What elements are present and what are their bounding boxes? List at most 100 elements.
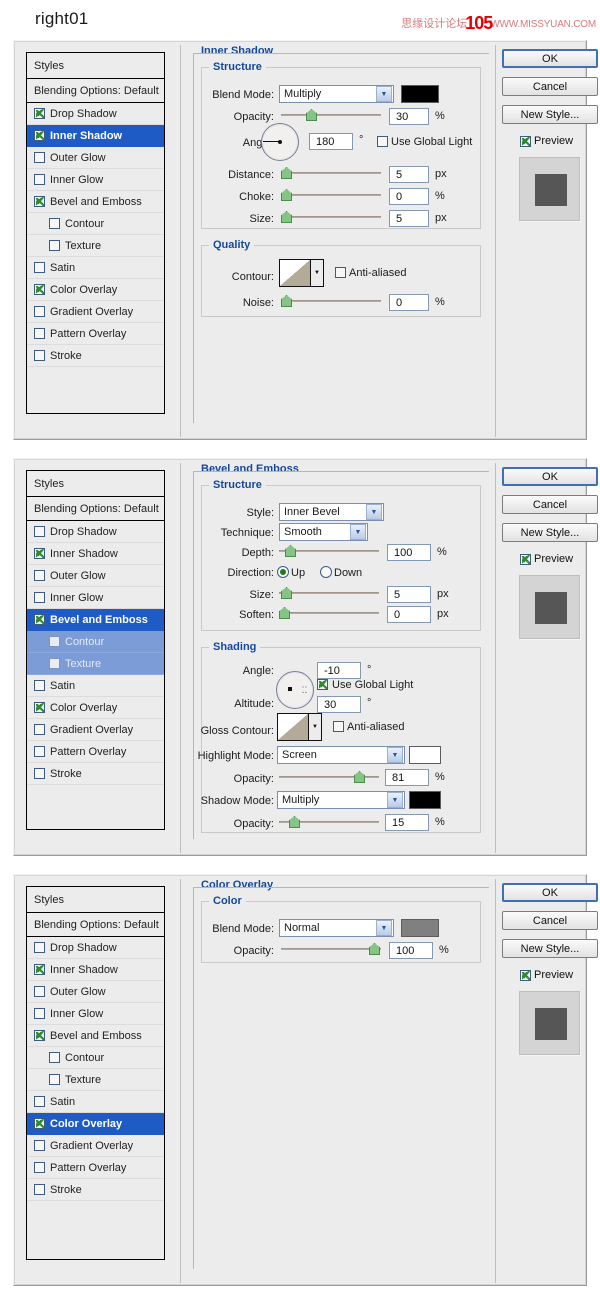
depth-input[interactable]: 100 [387, 544, 431, 561]
altitude-input[interactable]: 30 [317, 696, 361, 713]
highlight-color-swatch[interactable] [409, 746, 441, 764]
shading-angle-dial[interactable]: ⁚⁚ [276, 671, 314, 709]
style-item-inner-glow[interactable]: Inner Glow [27, 1003, 164, 1025]
style-item-pattern-overlay[interactable]: Pattern Overlay [27, 323, 164, 345]
checkbox-drop-shadow[interactable] [34, 942, 45, 953]
chevron-down-icon[interactable] [376, 86, 392, 102]
slider-thumb[interactable] [354, 771, 365, 783]
style-item-bevel-and-emboss[interactable]: ✔ Bevel and Emboss [27, 191, 164, 213]
style-item-gradient-overlay[interactable]: Gradient Overlay [27, 1135, 164, 1157]
opacity-slider[interactable] [281, 943, 381, 955]
style-item-texture[interactable]: Texture [27, 235, 164, 257]
cancel-button[interactable]: Cancel [502, 911, 598, 930]
style-item-inner-shadow[interactable]: ✔ Inner Shadow [27, 125, 164, 147]
blending-options-row[interactable]: Blending Options: Default [27, 79, 164, 103]
style-item-contour[interactable]: Contour [27, 1047, 164, 1069]
opacity-input[interactable]: 30 [389, 108, 429, 125]
shadow-opacity-input[interactable]: 15 [385, 814, 429, 831]
checkbox-satin[interactable] [34, 680, 45, 691]
angle-dial[interactable] [261, 123, 299, 161]
new-style-button[interactable]: New Style... [502, 105, 598, 124]
blending-options-row[interactable]: Blending Options: Default [27, 497, 164, 521]
slider-thumb[interactable] [369, 943, 380, 955]
slider-thumb[interactable] [281, 587, 292, 599]
shadow-mode-select[interactable]: Multiply [277, 791, 405, 809]
style-item-bevel-and-emboss[interactable]: ✔ Bevel and Emboss [27, 609, 164, 631]
soften-input[interactable]: 0 [387, 606, 431, 623]
checkbox-outer-glow[interactable] [34, 986, 45, 997]
checkbox-satin[interactable] [34, 262, 45, 273]
style-item-drop-shadow[interactable]: ✔ Drop Shadow [27, 103, 164, 125]
angle-input[interactable]: 180 [309, 133, 353, 150]
checkbox-stroke[interactable] [34, 1184, 45, 1195]
checkbox-satin[interactable] [34, 1096, 45, 1107]
checkbox-bevel-and-emboss[interactable]: ✔ [34, 196, 45, 207]
style-item-contour[interactable]: Contour [27, 631, 164, 653]
checkbox-color-overlay[interactable]: ✔ [34, 284, 45, 295]
chevron-down-icon[interactable] [310, 260, 323, 286]
checkbox-preview[interactable]: ✔ [520, 554, 531, 565]
size-input[interactable]: 5 [389, 210, 429, 227]
opacity-input[interactable]: 100 [389, 942, 433, 959]
ok-button[interactable]: OK [502, 49, 598, 68]
checkbox-gradient-overlay[interactable] [34, 306, 45, 317]
style-item-outer-glow[interactable]: Outer Glow [27, 565, 164, 587]
noise-input[interactable]: 0 [389, 294, 429, 311]
slider-thumb[interactable] [281, 295, 292, 307]
overlay-color-swatch[interactable] [401, 919, 439, 937]
checkbox-pattern-overlay[interactable] [34, 328, 45, 339]
highlight-opacity-input[interactable]: 81 [385, 769, 429, 786]
cancel-button[interactable]: Cancel [502, 495, 598, 514]
slider-thumb[interactable] [281, 211, 292, 223]
size-input[interactable]: 5 [387, 586, 431, 603]
checkbox-contour[interactable] [49, 636, 60, 647]
ok-button[interactable]: OK [502, 883, 598, 902]
size-slider[interactable] [281, 211, 381, 223]
radio-direction-up[interactable] [277, 566, 289, 578]
style-item-pattern-overlay[interactable]: Pattern Overlay [27, 1157, 164, 1179]
preview-toggle[interactable]: ✔ Preview [520, 969, 573, 981]
chevron-down-icon[interactable] [376, 920, 392, 936]
style-item-texture[interactable]: Texture [27, 653, 164, 675]
preview-toggle[interactable]: ✔ Preview [520, 135, 573, 147]
checkbox-texture[interactable] [49, 1074, 60, 1085]
style-item-pattern-overlay[interactable]: Pattern Overlay [27, 741, 164, 763]
checkbox-bevel-and-emboss[interactable]: ✔ [34, 1030, 45, 1041]
slider-thumb[interactable] [281, 167, 292, 179]
checkbox-drop-shadow[interactable]: ✔ [34, 108, 45, 119]
slider-thumb[interactable] [281, 189, 292, 201]
chevron-down-icon[interactable] [387, 747, 403, 763]
cancel-button[interactable]: Cancel [502, 77, 598, 96]
choke-input[interactable]: 0 [389, 188, 429, 205]
checkbox-inner-glow[interactable] [34, 1008, 45, 1019]
style-item-inner-glow[interactable]: Inner Glow [27, 169, 164, 191]
technique-select[interactable]: Smooth [279, 523, 368, 541]
checkbox-inner-glow[interactable] [34, 592, 45, 603]
style-item-satin[interactable]: Satin [27, 1091, 164, 1113]
style-item-satin[interactable]: Satin [27, 257, 164, 279]
slider-thumb[interactable] [285, 545, 296, 557]
style-item-stroke[interactable]: Stroke [27, 345, 164, 367]
choke-slider[interactable] [281, 189, 381, 201]
checkbox-texture[interactable] [49, 240, 60, 251]
style-item-color-overlay[interactable]: ✔ Color Overlay [27, 697, 164, 719]
style-item-outer-glow[interactable]: Outer Glow [27, 147, 164, 169]
style-item-drop-shadow[interactable]: Drop Shadow [27, 937, 164, 959]
checkbox-inner-shadow[interactable]: ✔ [34, 548, 45, 559]
checkbox-use-global-light[interactable] [377, 136, 388, 147]
preview-toggle[interactable]: ✔ Preview [520, 553, 573, 565]
highlight-mode-select[interactable]: Screen [277, 746, 405, 764]
checkbox-inner-shadow[interactable]: ✔ [34, 130, 45, 141]
checkbox-gradient-overlay[interactable] [34, 1140, 45, 1151]
chevron-down-icon[interactable] [366, 504, 382, 520]
style-item-texture[interactable]: Texture [27, 1069, 164, 1091]
style-item-drop-shadow[interactable]: Drop Shadow [27, 521, 164, 543]
distance-slider[interactable] [281, 167, 381, 179]
checkbox-color-overlay[interactable]: ✔ [34, 702, 45, 713]
checkbox-inner-glow[interactable] [34, 174, 45, 185]
style-item-bevel-and-emboss[interactable]: ✔ Bevel and Emboss [27, 1025, 164, 1047]
checkbox-pattern-overlay[interactable] [34, 1162, 45, 1173]
style-item-stroke[interactable]: Stroke [27, 763, 164, 785]
checkbox-preview[interactable]: ✔ [520, 970, 531, 981]
blending-options-row[interactable]: Blending Options: Default [27, 913, 164, 937]
